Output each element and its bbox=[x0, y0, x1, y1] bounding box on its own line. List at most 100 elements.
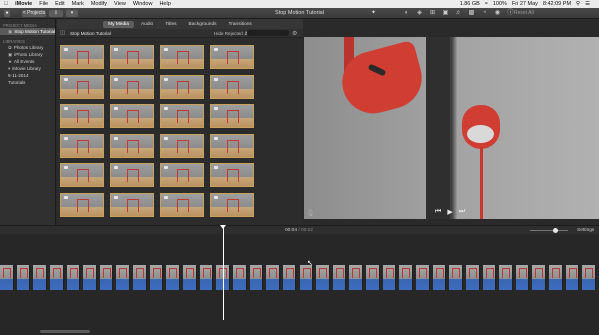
timeline-clip[interactable] bbox=[316, 265, 330, 290]
tab-titles[interactable]: Titles bbox=[160, 21, 181, 28]
clip-thumbnail[interactable] bbox=[60, 45, 104, 69]
clip-thumbnail[interactable] bbox=[60, 74, 104, 99]
timeline-clip[interactable] bbox=[532, 265, 547, 290]
timeline-clip[interactable] bbox=[249, 265, 264, 290]
timeline-clip[interactable] bbox=[266, 265, 280, 290]
sidebar-item-imovie-library[interactable]: ▾ iMovie Library bbox=[0, 65, 55, 72]
timeline-clip[interactable] bbox=[166, 265, 180, 290]
timeline-clip[interactable] bbox=[149, 265, 164, 290]
skip-forward-icon[interactable]: ⏭ bbox=[459, 208, 465, 216]
wifi-icon[interactable]: ≈ bbox=[485, 1, 488, 7]
sidebar-item-tutorials[interactable]: Tutorials bbox=[0, 79, 55, 86]
disclosure-triangle-icon[interactable]: ▾ bbox=[8, 66, 10, 71]
clip-thumbnail[interactable] bbox=[160, 45, 204, 69]
play-icon[interactable]: ▶ bbox=[447, 208, 452, 216]
timeline-clip[interactable] bbox=[116, 265, 131, 290]
menu-help[interactable]: Help bbox=[159, 1, 170, 7]
volume-icon[interactable]: ♬ bbox=[453, 10, 464, 17]
clip-thumbnail[interactable] bbox=[110, 163, 154, 187]
timeline-clip[interactable] bbox=[349, 265, 364, 290]
clip-thumbnail[interactable] bbox=[210, 74, 254, 99]
timeline-scrollbar[interactable] bbox=[40, 330, 90, 333]
timeline-clip[interactable] bbox=[0, 265, 14, 290]
speed-icon[interactable]: ◔ bbox=[479, 10, 490, 17]
clip-thumbnail[interactable] bbox=[210, 163, 254, 187]
menu-view[interactable]: View bbox=[114, 1, 126, 7]
clip-thumbnail[interactable] bbox=[210, 104, 254, 128]
timeline-clip[interactable] bbox=[199, 265, 214, 290]
timeline-clip[interactable] bbox=[299, 265, 314, 290]
sidebar-item-all-events[interactable]: ★ All Events bbox=[0, 58, 55, 65]
timeline-clip[interactable] bbox=[49, 265, 64, 290]
toggle-sidebar-icon[interactable]: ◫ bbox=[60, 30, 65, 36]
apple-menu[interactable]:  bbox=[4, 1, 8, 7]
zoom-slider-track[interactable] bbox=[530, 230, 568, 231]
clip-thumbnail[interactable] bbox=[60, 163, 104, 187]
timeline-clip[interactable] bbox=[232, 265, 247, 290]
sidebar-item-iphoto-library[interactable]: ▣ iPhoto Library bbox=[0, 51, 55, 58]
color-balance-icon[interactable]: ◐ bbox=[401, 10, 412, 17]
timeline-clip[interactable] bbox=[565, 265, 580, 290]
menu-imovie[interactable]: iMovie bbox=[15, 1, 32, 7]
clip-thumbnail[interactable] bbox=[110, 104, 154, 128]
tab-backgrounds[interactable]: Backgrounds bbox=[184, 21, 222, 28]
timeline-clip[interactable] bbox=[282, 265, 297, 290]
clip-thumbnail[interactable] bbox=[110, 192, 154, 217]
menu-modify[interactable]: Modify bbox=[91, 1, 107, 7]
timeline-clip[interactable] bbox=[99, 265, 114, 290]
tab-audio[interactable]: Audio bbox=[136, 21, 158, 28]
timeline-clip[interactable] bbox=[432, 265, 447, 290]
timeline-clip[interactable] bbox=[499, 265, 513, 290]
tab-my-media[interactable]: My Media bbox=[103, 20, 134, 28]
playhead[interactable] bbox=[223, 228, 224, 320]
clip-thumbnail[interactable] bbox=[160, 74, 204, 99]
noise-reduction-icon[interactable]: ▩ bbox=[466, 10, 477, 17]
timeline[interactable] bbox=[0, 234, 599, 335]
clip-thumbnail[interactable] bbox=[160, 133, 204, 158]
timeline-clip[interactable] bbox=[399, 265, 413, 290]
menu-file[interactable]: File bbox=[39, 1, 48, 7]
timeline-clip[interactable] bbox=[366, 265, 380, 290]
clip-thumbnail[interactable] bbox=[160, 163, 204, 187]
color-correction-icon[interactable]: ◈ bbox=[414, 10, 425, 17]
sidebar-item-event-date[interactable]: 5-11-2014 bbox=[0, 72, 55, 79]
microphone-icon[interactable]: 🎙 bbox=[306, 209, 315, 217]
notification-icon[interactable]: ☰ bbox=[585, 1, 590, 7]
fullscreen-icon[interactable]: ⤢ bbox=[589, 209, 594, 217]
stabilization-icon[interactable]: ▣ bbox=[440, 10, 451, 17]
timeline-clip[interactable] bbox=[382, 265, 397, 290]
zoom-slider-knob[interactable] bbox=[553, 228, 558, 233]
hide-rejected-select[interactable]: Hide Rejected ⇵ bbox=[214, 31, 248, 37]
clip-thumbnail[interactable] bbox=[110, 45, 154, 69]
sidebar-item-photos-library[interactable]: ✿ Photos Library bbox=[0, 44, 55, 51]
skip-back-icon[interactable]: ⏮ bbox=[435, 208, 441, 216]
timeline-clip[interactable] bbox=[33, 265, 47, 290]
clip-thumbnail[interactable] bbox=[210, 45, 254, 69]
timeline-clip[interactable] bbox=[482, 265, 497, 290]
settings-button[interactable]: Settings bbox=[577, 228, 594, 233]
timeline-clip[interactable] bbox=[332, 265, 347, 290]
reset-all-button[interactable]: Reset All bbox=[514, 10, 534, 17]
timeline-clip[interactable] bbox=[582, 265, 596, 290]
filter-icon[interactable]: ◉ bbox=[492, 10, 503, 17]
clip-thumbnail[interactable] bbox=[60, 104, 104, 128]
timeline-clip[interactable] bbox=[515, 265, 530, 290]
clip-thumbnail[interactable] bbox=[210, 192, 254, 217]
timeline-clip[interactable] bbox=[183, 265, 197, 290]
timeline-clip[interactable] bbox=[133, 265, 147, 290]
clip-thumbnail[interactable] bbox=[110, 133, 154, 158]
timeline-clip[interactable] bbox=[549, 265, 563, 290]
clip-thumbnail[interactable] bbox=[60, 133, 104, 158]
timeline-clip[interactable] bbox=[83, 265, 97, 290]
gear-icon[interactable]: ⚙ bbox=[292, 30, 297, 37]
clip-thumbnail[interactable] bbox=[110, 74, 154, 99]
timeline-clip[interactable] bbox=[16, 265, 31, 290]
clip-thumbnail[interactable] bbox=[160, 104, 204, 128]
clip-thumbnail[interactable] bbox=[60, 192, 104, 217]
timeline-clip[interactable] bbox=[465, 265, 480, 290]
clip-thumbnail[interactable] bbox=[160, 192, 204, 217]
search-icon[interactable]: ⚲ bbox=[576, 1, 580, 7]
tab-transitions[interactable]: Transitions bbox=[224, 21, 257, 28]
timeline-clip[interactable] bbox=[449, 265, 463, 290]
timeline-clip[interactable] bbox=[415, 265, 430, 290]
